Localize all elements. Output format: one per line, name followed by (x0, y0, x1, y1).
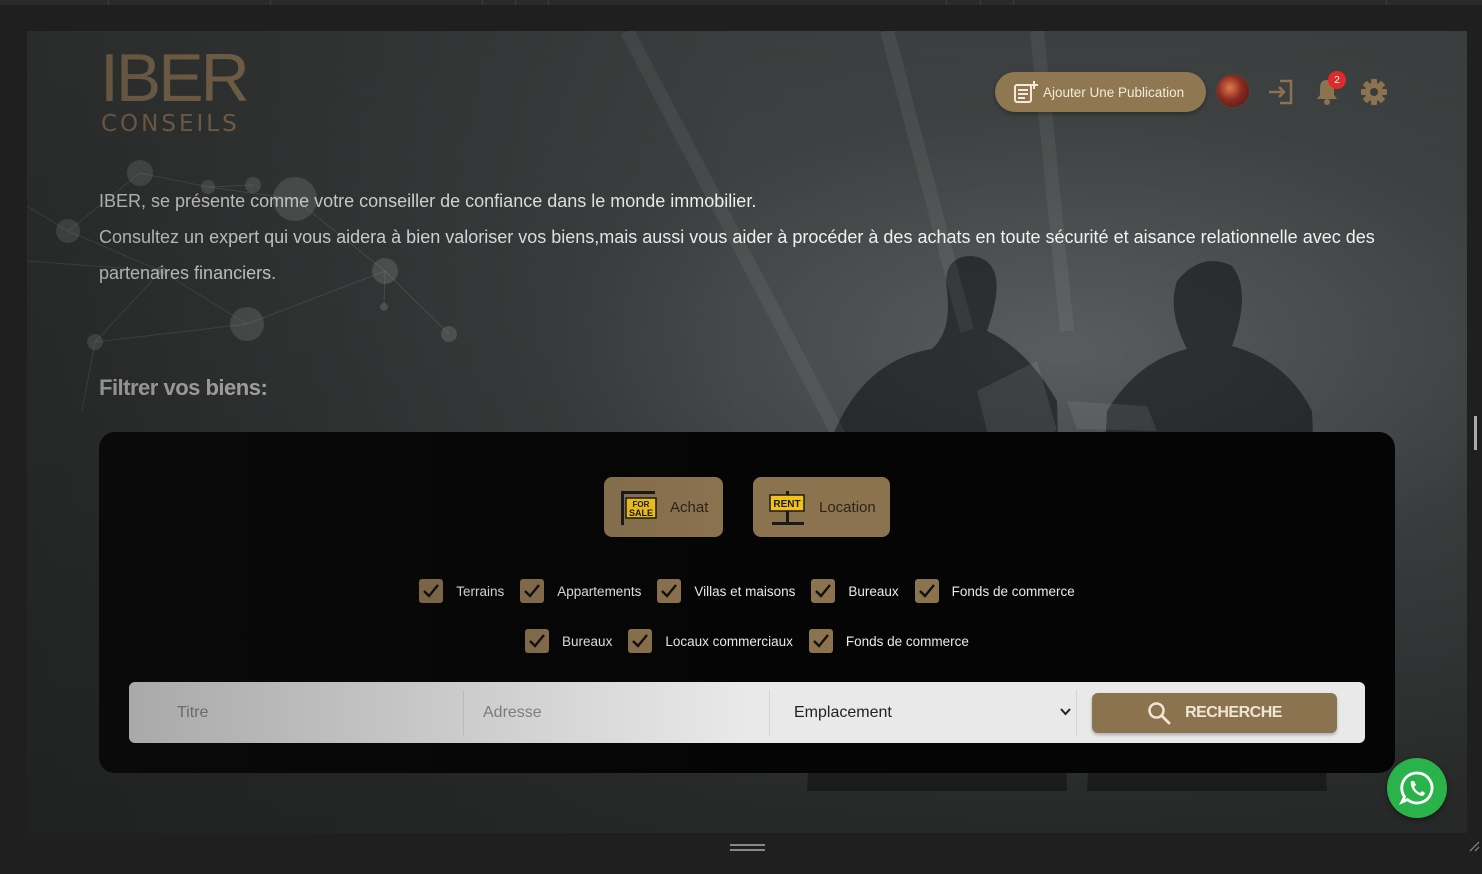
search-icon (1148, 702, 1171, 725)
add-post-icon (1014, 81, 1038, 103)
header-actions: Ajouter Une Publication 2 (995, 71, 1387, 113)
checkbox-label: Appartements (557, 583, 642, 599)
strip-divider (946, 0, 947, 5)
rent-type-button[interactable]: RENT Location (753, 477, 890, 537)
rent-type-label: Location (819, 498, 876, 516)
intro-text: IBER, se présente comme votre conseiller… (99, 183, 1389, 291)
logo-main-text: IBER (100, 40, 250, 116)
buy-type-button[interactable]: FOR SALE Achat (604, 477, 723, 537)
browser-top-strip (0, 0, 1482, 5)
sign-text-rent: RENT (773, 499, 800, 510)
address-input[interactable] (483, 703, 763, 722)
logo-sub-text: CONSEILS (101, 111, 240, 137)
checkbox-label: Locaux commerciaux (665, 633, 793, 649)
checkbox-bureaux[interactable]: Bureaux (811, 579, 899, 603)
for-sale-sign-icon: FOR SALE (621, 491, 657, 525)
field-divider (769, 690, 770, 735)
whatsapp-icon (1399, 771, 1434, 805)
intro-line-1: IBER, se présente comme votre conseiller… (99, 191, 757, 211)
strip-divider (270, 0, 271, 5)
location-select-value: Emplacement (794, 703, 892, 721)
iber-logo[interactable]: IBER CONSEILS (100, 40, 250, 137)
bottom-bar (0, 833, 1482, 874)
strip-divider (980, 0, 981, 5)
search-button-label: RECHERCHE (1185, 704, 1282, 721)
rent-sign-icon: RENT (769, 491, 805, 525)
checkbox-fonds-de-commerce-2[interactable]: Fonds de commerce (808, 629, 969, 653)
strip-divider (108, 0, 109, 5)
strip-divider (1013, 0, 1014, 5)
add-publication-button[interactable]: Ajouter Une Publication (995, 72, 1206, 112)
chevron-down-icon (1060, 708, 1071, 716)
login-icon[interactable] (1266, 77, 1296, 107)
resize-grip-icon[interactable] (1468, 838, 1480, 852)
checkbox-terrains[interactable]: Terrains (419, 579, 504, 603)
checkbox-bureaux-2[interactable]: Bureaux (525, 629, 612, 653)
location-select[interactable]: Emplacement (794, 682, 1074, 743)
title-field-wrapper (177, 682, 457, 743)
strip-divider (482, 0, 483, 5)
checkbox-label: Villas et maisons (694, 583, 796, 599)
checkbox-villas-et-maisons[interactable]: Villas et maisons (657, 579, 795, 603)
checkbox-label: Bureaux (848, 583, 899, 599)
category-row-1: Terrains Appartements Villas et maisons … (99, 579, 1395, 603)
checkbox-label: Fonds de commerce (951, 583, 1075, 599)
drag-handle[interactable] (730, 844, 765, 852)
category-row-2: Bureaux Locaux commerciaux Fonds de comm… (99, 629, 1395, 653)
checkmark-icon (808, 629, 833, 653)
filter-title: Filtrer vos biens: (99, 375, 268, 400)
field-divider (1076, 690, 1077, 735)
checkmark-icon (657, 579, 682, 603)
filter-panel: FOR SALE Achat RENT Location Terrains Ap… (99, 432, 1395, 773)
strip-divider (515, 0, 516, 5)
add-publication-label: Ajouter Une Publication (1043, 84, 1185, 100)
hero-section: IBER CONSEILS Ajouter Une Publication 2 (27, 31, 1467, 833)
sign-text-sale: SALE (629, 508, 653, 518)
notification-badge: 2 (1328, 71, 1346, 89)
scrollbar-thumb[interactable] (1474, 416, 1477, 450)
checkbox-appartements[interactable]: Appartements (520, 579, 641, 603)
checkmark-icon (914, 579, 939, 603)
address-field-wrapper (483, 682, 763, 743)
buy-type-label: Achat (670, 498, 709, 516)
checkbox-label: Bureaux (562, 633, 613, 649)
checkmark-icon (525, 629, 550, 653)
checkmark-icon (811, 579, 836, 603)
checkbox-locaux-commerciaux[interactable]: Locaux commerciaux (628, 629, 793, 653)
whatsapp-button[interactable] (1387, 758, 1447, 818)
search-bar: Emplacement RECHERCHE (129, 682, 1365, 743)
checkmark-icon (628, 629, 653, 653)
user-avatar[interactable] (1216, 74, 1250, 108)
checkbox-label: Fonds de commerce (845, 633, 969, 649)
strip-divider (548, 0, 549, 5)
checkmark-icon (419, 579, 444, 603)
checkbox-fonds-de-commerce[interactable]: Fonds de commerce (914, 579, 1075, 603)
checkmark-icon (520, 579, 545, 603)
gear-icon[interactable] (1359, 77, 1389, 107)
title-input[interactable] (177, 703, 457, 722)
field-divider (463, 690, 464, 735)
intro-line-2: Consultez un expert qui vous aidera à bi… (99, 227, 1375, 283)
checkbox-label: Terrains (456, 583, 505, 599)
search-button[interactable]: RECHERCHE (1092, 693, 1337, 733)
strip-divider (1386, 0, 1387, 5)
